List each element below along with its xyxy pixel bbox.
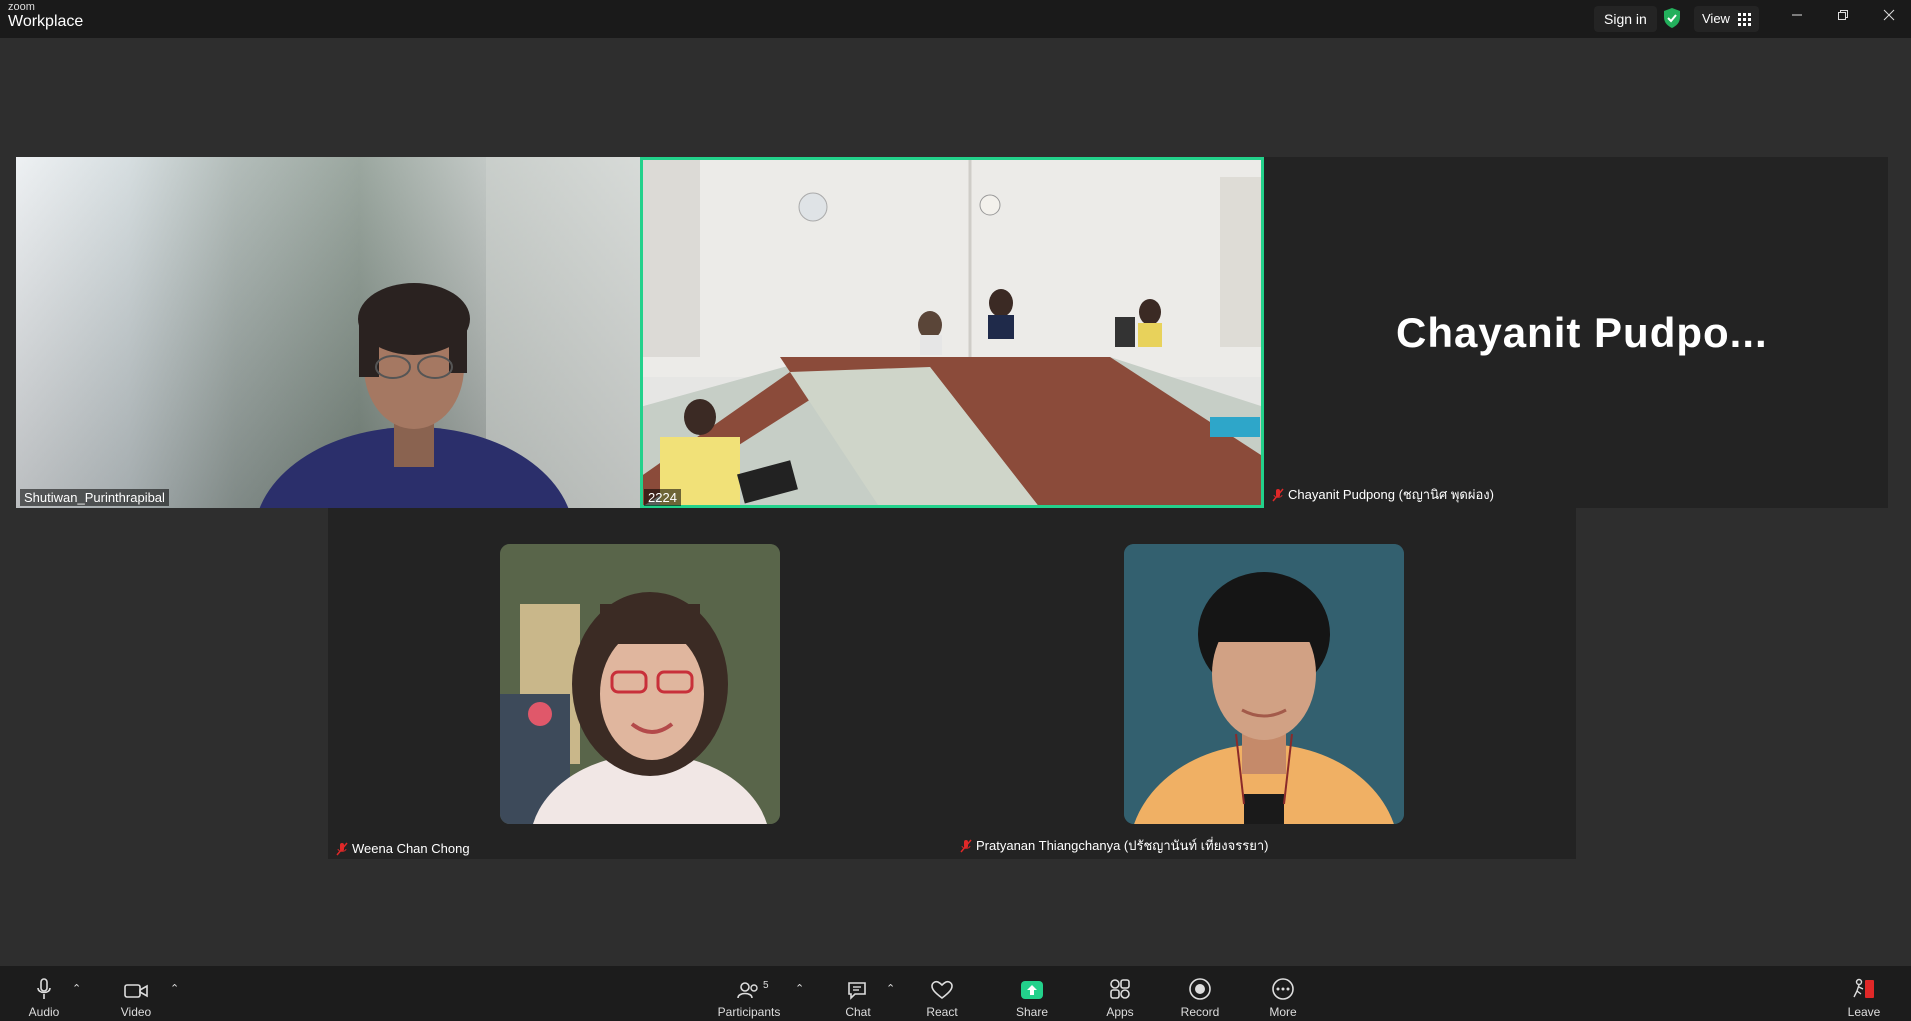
leave-button[interactable]: Leave bbox=[1844, 966, 1884, 1021]
minimize-button[interactable] bbox=[1774, 0, 1820, 30]
participant-name-label: Shutiwan_Purinthrapibal bbox=[20, 489, 169, 506]
video-tile-shutiwan[interactable]: Shutiwan_Purinthrapibal bbox=[16, 157, 640, 508]
audio-label: Audio bbox=[28, 1005, 60, 1019]
participant-video bbox=[1124, 544, 1404, 824]
brand-small: zoom bbox=[8, 1, 35, 13]
participant-video bbox=[640, 157, 1264, 508]
react-label: React bbox=[926, 1005, 958, 1019]
microphone-icon bbox=[37, 978, 51, 999]
sign-in-button[interactable]: Sign in bbox=[1594, 6, 1657, 32]
video-label: Video bbox=[120, 1005, 152, 1019]
restore-button[interactable] bbox=[1820, 0, 1866, 30]
participant-name: Shutiwan_Purinthrapibal bbox=[24, 490, 165, 505]
participant-name: Pratyanan Thiangchanya (ปรัชญานันท์ เที่… bbox=[976, 838, 1269, 853]
react-button[interactable]: React bbox=[922, 966, 962, 1021]
video-options-chevron-up-icon[interactable]: ⌃ bbox=[170, 982, 179, 995]
more-icon bbox=[1272, 978, 1294, 1000]
video-camera-icon bbox=[124, 984, 148, 998]
apps-icon bbox=[1110, 979, 1130, 999]
participants-label: Participants bbox=[717, 1005, 781, 1019]
brand-large: Workplace bbox=[8, 13, 84, 30]
share-button[interactable]: Share bbox=[1012, 966, 1052, 1021]
leave-door-icon bbox=[1853, 978, 1874, 998]
record-label: Record bbox=[1180, 1005, 1220, 1019]
participant-name-label: Pratyanan Thiangchanya (ปรัชญานันท์ เที่… bbox=[956, 834, 1272, 857]
leave-label: Leave bbox=[1847, 1005, 1881, 1019]
participant-name: Weena Chan Chong bbox=[352, 841, 470, 856]
restore-icon bbox=[1838, 10, 1848, 20]
participant-name-label: 2224 bbox=[644, 489, 681, 506]
title-bar: zoom Workplace Sign in View bbox=[0, 0, 1911, 38]
participant-name: Chayanit Pudpong (ชญานิศ พุดผ่อง) bbox=[1288, 487, 1494, 502]
chat-button[interactable]: Chat bbox=[838, 966, 878, 1021]
mic-muted-icon bbox=[1272, 488, 1284, 501]
view-label: View bbox=[1702, 11, 1730, 26]
view-button[interactable]: View bbox=[1694, 6, 1759, 32]
more-label: More bbox=[1269, 1005, 1297, 1019]
participant-video bbox=[16, 157, 640, 508]
bottom-gallery-row: Weena Chan Chong Pratyanan Thiangchanya … bbox=[328, 508, 1576, 859]
participants-options-chevron-up-icon[interactable]: ⌃ bbox=[795, 982, 804, 995]
video-button[interactable]: Video bbox=[116, 966, 156, 1021]
audio-options-chevron-up-icon[interactable]: ⌃ bbox=[72, 982, 81, 995]
video-tile-2224[interactable]: 2224 bbox=[640, 157, 1264, 508]
grid-icon bbox=[1737, 12, 1751, 26]
share-label: Share bbox=[1015, 1005, 1049, 1019]
mic-muted-icon bbox=[960, 839, 972, 852]
audio-button[interactable]: Audio bbox=[24, 966, 64, 1021]
more-button[interactable]: More bbox=[1263, 966, 1303, 1021]
meeting-toolbar: Audio ⌃ Video ⌃ Participants 5 ⌃ Chat ⌃ … bbox=[0, 966, 1911, 1021]
participant-name-label: Chayanit Pudpong (ชญานิศ พุดผ่อง) bbox=[1268, 483, 1498, 506]
video-tile-chayanit[interactable]: Chayanit Pudpo... Chayanit Pudpong (ชญาน… bbox=[1264, 157, 1888, 508]
minimize-icon bbox=[1792, 14, 1802, 16]
participant-display-name: Chayanit Pudpo... bbox=[1396, 309, 1768, 356]
chat-options-chevron-up-icon[interactable]: ⌃ bbox=[886, 982, 895, 995]
heart-icon bbox=[931, 980, 953, 1000]
record-button[interactable]: Record bbox=[1180, 966, 1220, 1021]
apps-label: Apps bbox=[1106, 1005, 1134, 1019]
record-icon bbox=[1189, 978, 1211, 1000]
close-icon bbox=[1883, 9, 1895, 21]
video-tile-weena[interactable] bbox=[500, 544, 780, 824]
chat-icon bbox=[848, 982, 866, 1000]
participants-button[interactable]: Participants bbox=[714, 966, 784, 1021]
mic-muted-icon bbox=[336, 842, 348, 855]
app-logo: zoom Workplace bbox=[8, 2, 83, 30]
participant-name-label: Weena Chan Chong bbox=[332, 840, 474, 857]
encryption-shield-icon[interactable] bbox=[1662, 6, 1682, 30]
participants-count: 5 bbox=[763, 980, 769, 991]
apps-button[interactable]: Apps bbox=[1100, 966, 1140, 1021]
participant-video bbox=[500, 544, 780, 824]
chat-label: Chat bbox=[845, 1005, 871, 1019]
close-button[interactable] bbox=[1866, 0, 1911, 30]
share-screen-icon bbox=[1021, 981, 1043, 999]
participants-icon bbox=[737, 982, 758, 999]
video-tile-pratyanan[interactable] bbox=[1124, 544, 1404, 824]
participant-name: 2224 bbox=[648, 490, 677, 505]
